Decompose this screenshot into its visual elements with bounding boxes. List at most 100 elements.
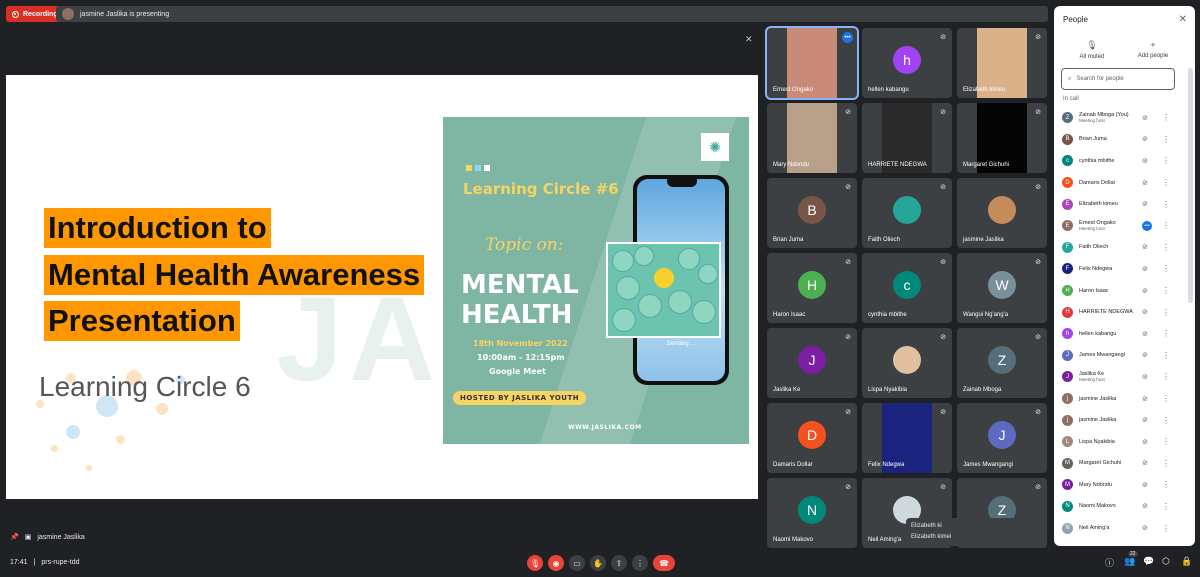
participant-row[interactable]: B Brian Juma ⊘ ⋮	[1054, 129, 1195, 151]
participant-row[interactable]: E Ernest Ongako Meeting host ••• ⋮	[1054, 215, 1195, 237]
participant-row[interactable]: j jasmine Jaslika ⊘ ⋮	[1054, 409, 1195, 431]
participant-tile[interactable]: c ⊘ cynthia mbithe	[862, 253, 952, 323]
mic-off-icon[interactable]: ⊘	[1142, 438, 1148, 446]
search-people-input[interactable]: ⌕ Search for people	[1061, 68, 1175, 90]
mic-toggle-button[interactable]: 🎙	[527, 555, 543, 571]
mic-off-icon[interactable]: ⊘	[1142, 524, 1148, 532]
more-vert-icon[interactable]: ⋮	[1162, 524, 1170, 533]
participant-tile[interactable]: h ⊘ hellen kabangu	[862, 28, 952, 98]
participant-tile[interactable]: W ⊘ Wangui Ng'ang'a	[957, 253, 1047, 323]
more-vert-icon[interactable]: ⋮	[1162, 351, 1170, 360]
host-controls-icon[interactable]: 🔒	[1181, 556, 1192, 567]
more-vert-icon[interactable]: ⋮	[1162, 372, 1170, 381]
mic-off-icon[interactable]: ⊘	[1142, 243, 1148, 251]
more-vert-icon[interactable]: ⋮	[1162, 156, 1170, 165]
people-icon[interactable]: 👥	[1124, 556, 1135, 567]
participant-row[interactable]: M Margaret Gichuhi ⊘ ⋮	[1054, 453, 1195, 475]
camera-toggle-button[interactable]: ◉	[548, 555, 564, 571]
mic-off-icon[interactable]: ⊘	[1142, 114, 1148, 122]
info-icon[interactable]: ⓘ	[1105, 556, 1114, 569]
mic-off-icon[interactable]: ⊘	[1142, 200, 1148, 208]
participant-row[interactable]: E Elizabeth kimeu ⊘ ⋮	[1054, 193, 1195, 215]
mic-off-icon[interactable]: ⊘	[1142, 179, 1148, 187]
participant-tile[interactable]: N ⊘ Naomi Makovo	[767, 478, 857, 548]
more-vert-icon[interactable]: ⋮	[1162, 264, 1170, 273]
participant-tile[interactable]: ⊘ Mary Ndondu	[767, 103, 857, 173]
participant-row[interactable]: J Jaslika Ke Meeting host ⊘ ⋮	[1054, 366, 1195, 388]
participant-tile[interactable]: B ⊘ Brian Juma	[767, 178, 857, 248]
participant-row[interactable]: H HARRIETE NDEGWA ⊘ ⋮	[1054, 301, 1195, 323]
mic-off-icon[interactable]: ⊘	[1142, 330, 1148, 338]
more-vert-icon[interactable]: ⋮	[1162, 135, 1170, 144]
participant-tile[interactable]: ⊘ Elizabeth kimeu	[957, 28, 1047, 98]
captions-button[interactable]: ▭	[569, 555, 585, 571]
activities-icon[interactable]: ⬡	[1162, 556, 1170, 567]
mic-off-icon[interactable]: ⊘	[1142, 373, 1148, 381]
leave-call-button[interactable]: ☎	[653, 555, 675, 571]
participant-row[interactable]: F Felix Ndegwa ⊘ ⋮	[1054, 258, 1195, 280]
more-options-button[interactable]: ⋮	[632, 555, 648, 571]
raise-hand-button[interactable]: ✋	[590, 555, 606, 571]
record-icon	[12, 10, 19, 18]
participant-tile[interactable]: ⊘ Lispa Nyakibia	[862, 328, 952, 398]
participant-tile[interactable]: J ⊘ James Mwangangi	[957, 403, 1047, 473]
participant-tile[interactable]: J ⊘ Jaslika Ke	[767, 328, 857, 398]
mic-off-icon[interactable]: ⊘	[1142, 265, 1148, 273]
participant-tile[interactable]: ⊘ Margaret Gichuhi	[957, 103, 1047, 173]
mic-off-icon[interactable]: ⊘	[1142, 308, 1148, 316]
all-muted-button[interactable]: 🎙 All muted	[1067, 40, 1117, 60]
mic-off-icon[interactable]: ⊘	[1142, 157, 1148, 165]
unpin-icon[interactable]: ✕	[745, 34, 753, 45]
participant-tile[interactable]: ⊘ HARRIETE NDEGWA	[862, 103, 952, 173]
more-vert-icon[interactable]: ⋮	[1162, 480, 1170, 489]
mic-off-icon[interactable]: ⊘	[1142, 395, 1148, 403]
mic-off-icon[interactable]: ⊘	[1142, 287, 1148, 295]
participant-tile[interactable]: ⊘ Faith Oliech	[862, 178, 952, 248]
more-vert-icon[interactable]: ⋮	[1162, 243, 1170, 252]
participant-row[interactable]: N Neil Aming'a ⊘ ⋮	[1054, 517, 1195, 539]
pin-icon[interactable]: 📌	[10, 533, 19, 541]
mic-off-icon[interactable]: ⊘	[1142, 502, 1148, 510]
mic-off-icon[interactable]: ⊘	[1142, 351, 1148, 359]
more-vert-icon[interactable]: ⋮	[1162, 221, 1170, 230]
participant-tile[interactable]: ••• Ernest Ongako	[765, 26, 859, 100]
participant-tile[interactable]: ⊘ jasmine Jaslika	[957, 178, 1047, 248]
participant-row[interactable]: L Lispa Nyakibia ⊘ ⋮	[1054, 431, 1195, 453]
more-vert-icon[interactable]: ⋮	[1162, 200, 1170, 209]
mic-off-icon[interactable]: ⊘	[1142, 416, 1148, 424]
more-vert-icon[interactable]: ⋮	[1162, 394, 1170, 403]
present-button[interactable]: ⇪	[611, 555, 627, 571]
participant-row[interactable]: F Faith Oliech ⊘ ⋮	[1054, 237, 1195, 259]
present-icon: ⇪	[615, 558, 623, 568]
more-vert-icon[interactable]: ⋮	[1162, 308, 1170, 317]
more-vert-icon[interactable]: ⋮	[1162, 502, 1170, 511]
more-vert-icon[interactable]: ⋮	[1162, 329, 1170, 338]
recording-badge[interactable]: Recording	[6, 6, 64, 22]
participant-tile[interactable]: H ⊘ Haron Isaac	[767, 253, 857, 323]
participant-row[interactable]: D Damaris Dollar ⊘ ⋮	[1054, 172, 1195, 194]
participant-row[interactable]: c cynthia mbithe ⊘ ⋮	[1054, 150, 1195, 172]
more-vert-icon[interactable]: ⋮	[1162, 459, 1170, 468]
participant-row[interactable]: N Naomi Makovo ⊘ ⋮	[1054, 496, 1195, 518]
participant-tile[interactable]: Z ⊘ Zainab Mboga	[957, 328, 1047, 398]
more-vert-icon[interactable]: ⋮	[1162, 178, 1170, 187]
participant-row[interactable]: J James Mwangangi ⊘ ⋮	[1054, 345, 1195, 367]
more-vert-icon[interactable]: ⋮	[1162, 113, 1170, 122]
mic-off-icon[interactable]: ⊘	[1142, 481, 1148, 489]
participant-name: Wangui Ng'ang'a	[963, 312, 1009, 318]
participant-row[interactable]: j jasmine Jaslika ⊘ ⋮	[1054, 388, 1195, 410]
add-people-button[interactable]: + Add people	[1128, 40, 1178, 59]
participant-row[interactable]: h hellen kabangu ⊘ ⋮	[1054, 323, 1195, 345]
mic-off-icon[interactable]: ⊘	[1142, 135, 1148, 143]
participant-row[interactable]: H Haron Isaac ⊘ ⋮	[1054, 280, 1195, 302]
mic-off-icon[interactable]: ⊘	[1142, 459, 1148, 467]
participant-row[interactable]: Z Zainab Mboga (You) Meeting host ⊘ ⋮	[1054, 107, 1195, 129]
participant-tile[interactable]: ⊘ Felix Ndegwa	[862, 403, 952, 473]
more-vert-icon[interactable]: ⋮	[1162, 437, 1170, 446]
participant-row[interactable]: M Mary Ndondu ⊘ ⋮	[1054, 474, 1195, 496]
chat-icon[interactable]: 💬	[1143, 556, 1154, 567]
more-vert-icon[interactable]: ⋮	[1162, 286, 1170, 295]
more-vert-icon[interactable]: ⋮	[1162, 416, 1170, 425]
participant-tile[interactable]: D ⊘ Damaris Dollar	[767, 403, 857, 473]
close-icon[interactable]: ✕	[1179, 14, 1187, 25]
